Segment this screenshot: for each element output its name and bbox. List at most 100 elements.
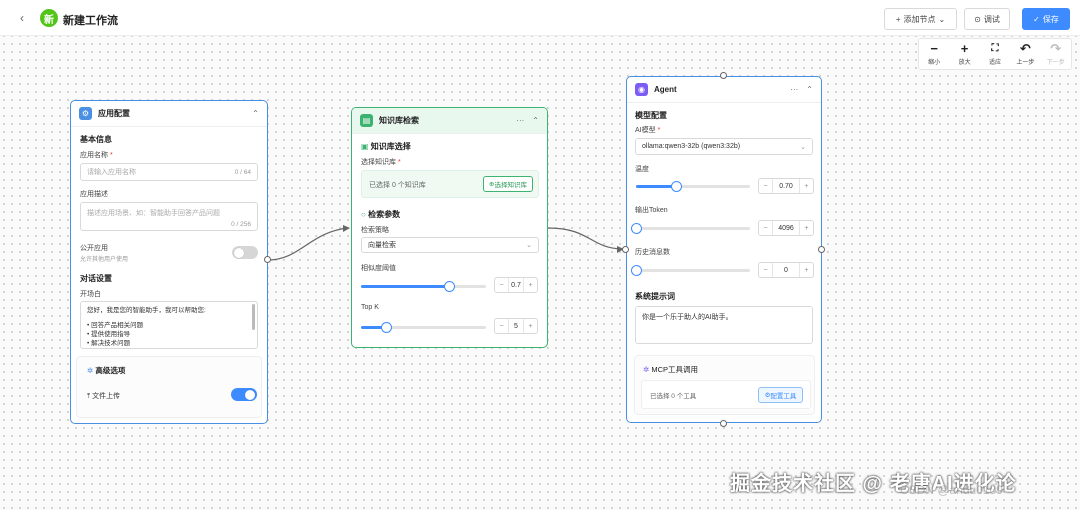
history-label: 历史消息数: [635, 249, 670, 256]
section-dialog-settings: 对话设置: [80, 274, 112, 283]
node-title: 应用配置: [98, 109, 130, 118]
kb-selected-text: 已选择 0 个知识库: [369, 182, 426, 189]
mcp-selected-text: 已选择 0 个工具: [650, 393, 697, 400]
token-value[interactable]: 4096: [772, 221, 800, 235]
app-config-node[interactable]: ⚙ 应用配置 ⌃ 基本信息 应用名称 * 请输入应用名称 0 / 64 应用描述…: [70, 100, 268, 424]
settings-icon: ⚙: [79, 107, 92, 120]
history-stepper[interactable]: − 0 +: [758, 262, 814, 278]
topk-label: Top K: [361, 304, 379, 311]
book-icon: ▤: [360, 114, 373, 127]
watermark-sub: CSDN @andu0109: [900, 483, 1003, 497]
toggle-dot: [234, 247, 244, 258]
top-handle[interactable]: [720, 72, 727, 79]
topk-value[interactable]: 5: [508, 319, 524, 333]
temperature-slider[interactable]: [636, 181, 750, 192]
strategy-value: 向量检索: [368, 242, 396, 249]
public-app-toggle[interactable]: [232, 246, 258, 259]
file-upload-toggle[interactable]: [231, 388, 257, 401]
minus-icon[interactable]: −: [759, 267, 772, 274]
app-desc-placeholder: 描述应用场景、如：智能助手回答产品问题: [87, 210, 220, 217]
slider-fill: [636, 185, 676, 188]
model-section: 模型配置: [635, 111, 667, 120]
history-value[interactable]: 0: [772, 263, 800, 277]
minus-icon[interactable]: −: [759, 183, 772, 190]
app-name-counter: 0 / 64: [234, 168, 251, 176]
toggle-dot: [245, 389, 255, 400]
strategy-select[interactable]: 向量检索 ⌄: [361, 237, 539, 253]
threshold-stepper[interactable]: − 0.7 +: [494, 277, 538, 293]
app-desc-label: 应用描述: [80, 191, 108, 198]
kb-select-label: 选择知识库 *: [361, 159, 401, 166]
slider-fill: [361, 285, 449, 288]
slider-knob[interactable]: [381, 322, 392, 333]
app-name-label: 应用名称 *: [80, 152, 113, 159]
kb-select-section: ▣ 知识库选择: [361, 142, 411, 151]
upload-icon: ⤒: [87, 393, 91, 400]
opening-line: • 回答产品相关问题: [87, 322, 144, 329]
node-title: Agent: [654, 85, 677, 94]
token-slider[interactable]: [631, 223, 750, 234]
plus-icon[interactable]: +: [524, 282, 537, 289]
gear-icon: ✲: [643, 365, 650, 374]
output-handle[interactable]: [264, 256, 271, 263]
slider-knob[interactable]: [670, 181, 682, 192]
chevron-up-icon[interactable]: ⌃: [252, 109, 259, 118]
topk-stepper[interactable]: − 5 +: [494, 318, 538, 334]
output-handle[interactable]: [818, 246, 825, 253]
configure-tools-button[interactable]: ⚙ 配置工具: [758, 387, 803, 403]
chevron-up-icon[interactable]: ⌃: [806, 85, 813, 94]
agent-node[interactable]: ◉ Agent ··· ⌃ 模型配置 AI模型 * ollama:qwen3-3…: [626, 76, 822, 423]
opening-line: • 提供使用指导: [87, 331, 131, 338]
retrieval-params-section: ○ 检索参数: [361, 210, 401, 219]
threshold-label: 相似度阈值: [361, 265, 396, 272]
mcp-title: ✲ MCP工具调用: [643, 365, 699, 374]
section-basic-info: 基本信息: [80, 135, 112, 144]
topk-slider[interactable]: [361, 322, 486, 333]
app-desc-counter: 0 / 256: [231, 221, 251, 228]
chevron-down-icon: ⌄: [800, 143, 806, 151]
system-prompt-section: 系统提示词: [635, 292, 675, 301]
advanced-panel: ✲ 高级选项 ⤒ 文件上传: [76, 356, 262, 418]
node-header: ◉ Agent ··· ⌃: [627, 77, 821, 103]
input-handle[interactable]: [622, 246, 629, 253]
app-name-placeholder: 请输入应用名称: [87, 169, 136, 176]
select-kb-button[interactable]: ⊕ 选择知识库: [483, 176, 533, 192]
more-icon[interactable]: ···: [516, 116, 524, 125]
temperature-stepper[interactable]: − 0.70 +: [758, 178, 814, 194]
edge-kb-to-agent: [547, 227, 623, 250]
minus-icon[interactable]: −: [495, 282, 508, 289]
threshold-slider[interactable]: [361, 281, 486, 292]
system-prompt-textarea[interactable]: 你是一个乐于助人的AI助手。: [635, 306, 813, 344]
file-upload-label: ⤒ 文件上传: [87, 393, 121, 400]
slider-knob[interactable]: [631, 265, 642, 276]
app-name-input[interactable]: 请输入应用名称 0 / 64: [80, 163, 258, 181]
gear-icon: ✲: [87, 366, 94, 375]
circle-icon: ○: [361, 210, 366, 219]
scrollbar[interactable]: [252, 304, 255, 330]
knowledge-retrieval-node[interactable]: ▤ 知识库检索 ··· ⌃ ▣ 知识库选择 选择知识库 * 已选择 0 个知识库…: [351, 107, 548, 348]
opening-textarea[interactable]: 您好，我是您的智能助手，我可以帮助您: • 回答产品相关问题 • 提供使用指导 …: [80, 301, 258, 349]
more-icon[interactable]: ···: [790, 85, 798, 94]
slider-knob[interactable]: [631, 223, 642, 234]
minus-icon[interactable]: −: [759, 225, 772, 232]
plus-icon[interactable]: +: [800, 183, 813, 190]
minus-icon[interactable]: −: [495, 323, 508, 330]
token-stepper[interactable]: − 4096 +: [758, 220, 814, 236]
model-select[interactable]: ollama:qwen3-32b (qwen3:32b) ⌄: [635, 138, 813, 155]
chevron-up-icon[interactable]: ⌃: [532, 116, 539, 125]
temperature-value[interactable]: 0.70: [772, 179, 800, 193]
bottom-handle[interactable]: [720, 420, 727, 427]
opening-label: 开场白: [80, 291, 101, 298]
history-slider[interactable]: [631, 265, 750, 276]
app-desc-textarea[interactable]: 描述应用场景、如：智能助手回答产品问题 0 / 256: [80, 202, 258, 231]
threshold-value[interactable]: 0.7: [508, 278, 524, 292]
temperature-label: 温度: [635, 166, 649, 173]
database-icon: ▣: [361, 142, 369, 151]
slider-knob[interactable]: [443, 281, 455, 292]
opening-line: 您好，我是您的智能助手，我可以帮助您:: [87, 307, 206, 314]
node-title: 知识库检索: [379, 116, 419, 125]
node-header: ▤ 知识库检索 ··· ⌃: [352, 108, 547, 134]
plus-icon[interactable]: +: [524, 323, 537, 330]
plus-icon[interactable]: +: [800, 267, 813, 274]
plus-icon[interactable]: +: [800, 225, 813, 232]
